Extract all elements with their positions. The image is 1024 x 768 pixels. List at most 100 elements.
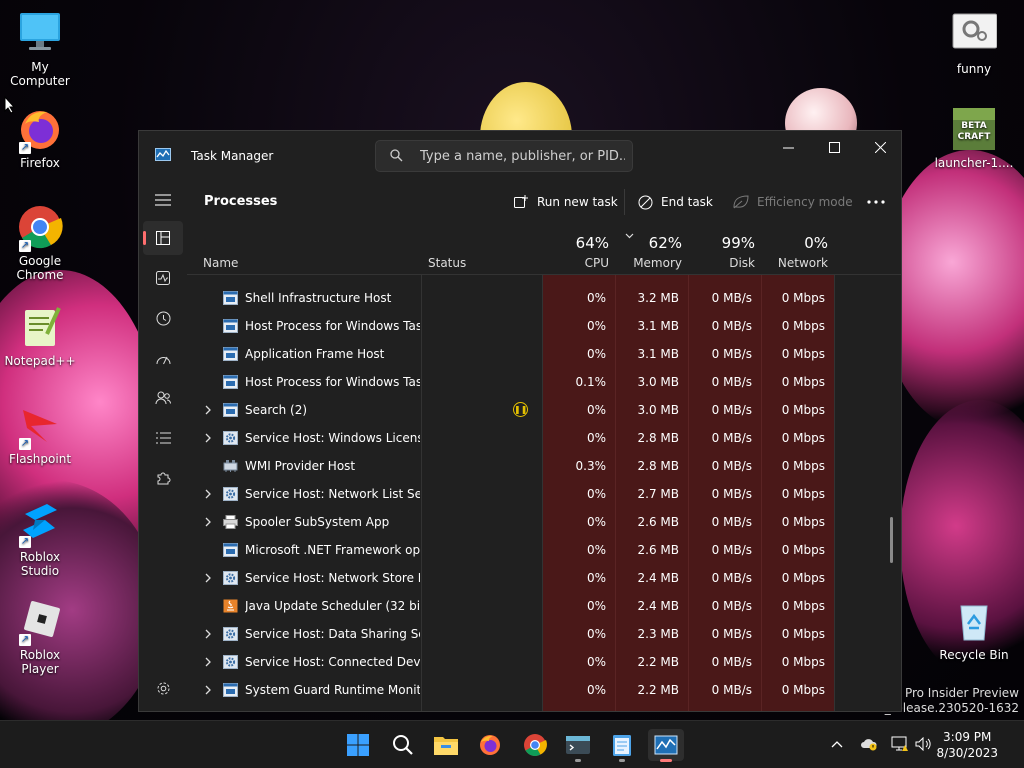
- minimize-button[interactable]: [765, 131, 811, 163]
- column-header-name[interactable]: Name: [187, 227, 421, 275]
- desktop-icon-notepadpp[interactable]: Notepad++: [0, 304, 80, 368]
- end-task-button[interactable]: End task: [638, 191, 713, 213]
- disk-value: 0 MB/s: [711, 291, 752, 305]
- nav-users[interactable]: [143, 381, 183, 415]
- chevron-right-icon[interactable]: [203, 488, 213, 500]
- table-row[interactable]: Service Host: Data Sharing Ser... 0% 2.3 M…: [187, 620, 901, 648]
- nav-details[interactable]: [143, 421, 183, 455]
- table-row[interactable]: System Guard Runtime Monit... 0% 2.2 MB 0 M…: [187, 676, 901, 704]
- column-header-status[interactable]: Status: [421, 227, 542, 275]
- desktop-icon-label: funny: [956, 62, 992, 76]
- nav-processes[interactable]: [143, 221, 183, 255]
- desktop-icon-firefox[interactable]: ↗ Firefox: [0, 106, 80, 170]
- taskbar-terminal[interactable]: [560, 729, 596, 762]
- desktop-icon-chrome[interactable]: ↗ Google Chrome: [0, 204, 80, 282]
- desktop-icon-recycle-bin[interactable]: Recycle Bin: [934, 598, 1014, 662]
- desktop-icon-label: Notepad++: [4, 354, 76, 368]
- page-title: Processes: [204, 194, 278, 209]
- taskbar-notepad[interactable]: [604, 729, 640, 762]
- disk-value: 0 MB/s: [711, 319, 752, 333]
- table-row[interactable]: Service Host: Network List Ser... 0% 2.7 M…: [187, 480, 901, 508]
- process-name: WMI Provider Host: [245, 459, 356, 473]
- chevron-right-icon[interactable]: [203, 684, 213, 696]
- column-header-label: Status: [428, 256, 467, 270]
- process-name: Service Host: Windows Licens...: [245, 431, 420, 445]
- taskbar-task-manager[interactable]: [648, 729, 684, 762]
- table-row[interactable]: Shell Infrastructure Host 0% 3.2 MB 0 MB/s 0…: [187, 284, 901, 312]
- chevron-right-icon[interactable]: [203, 628, 213, 640]
- start-icon: [347, 734, 369, 756]
- search-icon: [393, 735, 413, 755]
- table-row[interactable]: Host Process for Windows Tasks 0% 3.1 MB 0 …: [187, 312, 901, 340]
- vertical-scrollbar[interactable]: [890, 517, 893, 563]
- table-row[interactable]: Service Host: Windows Licens... 0% 2.8 MB 0…: [187, 424, 901, 452]
- firefox-icon: [480, 735, 500, 755]
- table-row[interactable]: Service Host: Network Store In... 0% 2.4 M…: [187, 564, 901, 592]
- taskbar-firefox[interactable]: [472, 729, 508, 761]
- minimize-icon: [782, 147, 794, 148]
- run-new-task-button[interactable]: Run new task: [514, 191, 618, 213]
- nav-settings[interactable]: [143, 671, 183, 705]
- nav-app-history[interactable]: [143, 301, 183, 335]
- network-value: 0 Mbps: [781, 655, 825, 669]
- desktop-icon-roblox-studio[interactable]: ↗ Roblox Studio: [0, 500, 80, 578]
- column-header-disk[interactable]: 99% Disk: [688, 227, 761, 275]
- disk-value: 0 MB/s: [711, 683, 752, 697]
- search-input[interactable]: [420, 146, 625, 166]
- disk-value: 0 MB/s: [711, 599, 752, 613]
- table-row[interactable]: Service Host: Connected Devi... 0% 2.2 MB 0…: [187, 648, 901, 676]
- column-header-network[interactable]: 0% Network: [761, 227, 834, 275]
- table-row[interactable]: Microsoft .NET Framework op... 0% 2.6 MB 0 …: [187, 536, 901, 564]
- show-hidden-icons-button[interactable]: [828, 735, 846, 753]
- users-icon: [155, 391, 171, 405]
- cpu-value: 0%: [586, 683, 606, 697]
- chevron-right-icon[interactable]: [203, 432, 213, 444]
- chevron-right-icon[interactable]: [203, 656, 213, 668]
- services-puzzle-icon: [157, 472, 170, 484]
- chevron-right-icon[interactable]: [203, 404, 213, 416]
- title-bar[interactable]: Task Manager: [139, 131, 901, 179]
- table-row[interactable]: Host Process for Windows Tasks 0.1% 3.0 MB…: [187, 368, 901, 396]
- more-options-button[interactable]: [867, 191, 885, 213]
- table-row[interactable]: WMI Provider Host 0.3% 2.8 MB 0 MB/s 0 Mbps: [187, 452, 901, 480]
- window-icon: [223, 347, 238, 361]
- chevron-right-icon[interactable]: [203, 572, 213, 584]
- clock-time: 3:09 PM: [943, 730, 992, 744]
- nav-performance[interactable]: [143, 261, 183, 295]
- efficiency-mode-button[interactable]: Efficiency mode: [733, 191, 853, 213]
- network-value: 0 Mbps: [781, 431, 825, 445]
- desktop-icon-flashpoint[interactable]: ↗ Flashpoint: [0, 402, 80, 466]
- taskbar-start-button[interactable]: [340, 729, 376, 761]
- table-row[interactable]: Java Update Scheduler (32 bit) 0% 2.4 MB 0 …: [187, 592, 901, 620]
- nav-services[interactable]: [143, 461, 183, 495]
- close-button[interactable]: [857, 131, 901, 163]
- network-tray-button[interactable]: [891, 735, 909, 753]
- running-indicator: [619, 759, 625, 762]
- hamburger-menu-button[interactable]: [143, 183, 183, 217]
- column-header-memory[interactable]: 62% Memory: [615, 227, 688, 275]
- taskbar-chrome[interactable]: [517, 729, 553, 761]
- window-icon: [223, 375, 238, 389]
- maximize-button[interactable]: [811, 131, 857, 163]
- clock-date: 8/30/2023: [936, 746, 998, 760]
- taskbar-search-button[interactable]: [385, 729, 421, 761]
- firefox-icon: ↗: [17, 106, 63, 154]
- system-clock[interactable]: 3:09 PM 8/30/2023: [936, 729, 998, 761]
- desktop-icon-roblox-player[interactable]: ↗ Roblox Player: [0, 598, 80, 676]
- taskbar-file-explorer[interactable]: [428, 729, 464, 761]
- table-row[interactable]: Search (2) ❚❚ 0% 3.0 MB 0 MB/s 0 Mbps: [187, 396, 901, 424]
- flashpoint-icon: ↗: [17, 402, 63, 450]
- cpu-value: 0%: [586, 403, 606, 417]
- search-box[interactable]: [375, 140, 633, 172]
- desktop-icon-my-computer[interactable]: My Computer: [0, 10, 80, 88]
- table-row[interactable]: Spooler SubSystem App 0% 2.6 MB 0 MB/s 0 Mbp…: [187, 508, 901, 536]
- table-row[interactable]: Application Frame Host 0% 3.1 MB 0 MB/s 0 Mb…: [187, 340, 901, 368]
- column-header-cpu[interactable]: 64% CPU: [542, 227, 615, 275]
- desktop-icon-funny[interactable]: funny: [934, 12, 1014, 76]
- onedrive-tray-button[interactable]: [860, 735, 878, 753]
- desktop-icon-launcher[interactable]: BETA CRAFT launcher-1....: [934, 106, 1014, 170]
- chevron-right-icon[interactable]: [203, 516, 213, 528]
- disk-value: 0 MB/s: [711, 571, 752, 585]
- volume-tray-button[interactable]: [915, 735, 933, 753]
- nav-startup-apps[interactable]: [143, 341, 183, 375]
